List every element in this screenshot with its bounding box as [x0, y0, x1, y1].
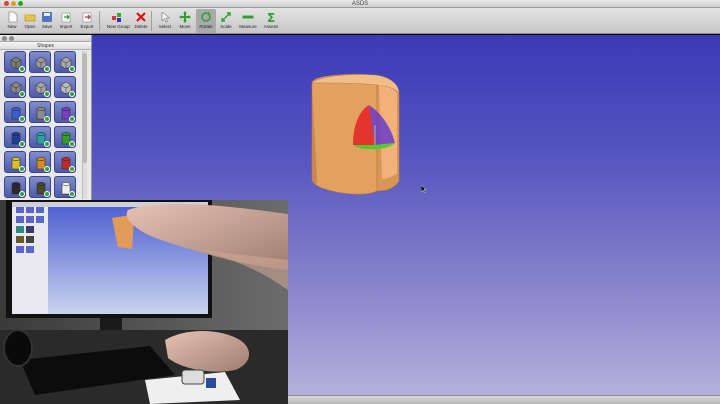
assess-label: Assess	[263, 24, 279, 29]
panel-scrollbar[interactable]	[82, 51, 87, 199]
add-badge-icon	[19, 116, 25, 122]
move-arrows-icon	[179, 10, 191, 23]
folder-icon	[24, 10, 36, 22]
webcam-scene	[0, 200, 288, 404]
add-badge-icon	[44, 66, 50, 72]
mouse-pointer-icon	[421, 185, 427, 193]
arrow-cursor-icon	[159, 10, 171, 23]
add-badge-icon	[19, 191, 25, 197]
scale-button[interactable]: Scale	[216, 9, 236, 33]
add-badge-icon	[44, 141, 50, 147]
rotate-label: Rotate	[199, 24, 213, 29]
shape-tile[interactable]	[29, 76, 51, 98]
svg-text:Σ: Σ	[267, 11, 275, 23]
add-badge-icon	[69, 116, 75, 122]
add-badge-icon	[19, 66, 25, 72]
panel-detach-button[interactable]	[9, 36, 14, 41]
add-badge-icon	[69, 166, 75, 172]
save-label: Save	[41, 24, 53, 29]
scrollbar-thumb[interactable]	[83, 53, 87, 163]
delete-label: Delete	[134, 24, 148, 29]
shapes-panel: Shapes	[0, 35, 92, 200]
measure-button[interactable]: Measure	[238, 9, 258, 33]
shape-tile[interactable]	[29, 126, 51, 148]
select-button[interactable]: Select	[155, 9, 175, 33]
scale-icon	[220, 10, 232, 22]
select-label: Select	[158, 24, 172, 29]
add-badge-icon	[19, 91, 25, 97]
shape-tile[interactable]	[54, 151, 76, 173]
move-label: Move	[179, 24, 191, 29]
add-badge-icon	[69, 141, 75, 147]
assess-button[interactable]: Σ Assess	[261, 9, 281, 33]
shape-tile[interactable]	[4, 176, 26, 198]
export-label: Export	[80, 24, 94, 29]
window-title: ASDS	[351, 1, 369, 7]
toolbar-separator	[151, 11, 152, 31]
shape-tile[interactable]	[4, 51, 26, 73]
shape-tile[interactable]	[54, 101, 76, 123]
shape-tile[interactable]	[54, 126, 76, 148]
sigma-icon: Σ	[265, 10, 277, 25]
add-badge-icon	[44, 91, 50, 97]
panel-header	[0, 35, 91, 42]
rotate-icon	[200, 10, 212, 22]
shape-tile[interactable]	[29, 51, 51, 73]
shape-tile[interactable]	[54, 176, 76, 198]
new-document-icon	[6, 10, 18, 23]
add-badge-icon	[44, 191, 50, 197]
panel-close-button[interactable]	[2, 36, 7, 41]
shape-tile[interactable]	[4, 151, 26, 173]
new-button[interactable]: New	[2, 9, 22, 33]
export-icon	[81, 10, 93, 23]
new-group-icon	[111, 10, 123, 22]
add-badge-icon	[44, 166, 50, 172]
rotate-button[interactable]: Rotate	[196, 9, 216, 33]
add-badge-icon	[19, 166, 25, 172]
hollow-cylinder-model[interactable]	[307, 73, 407, 198]
webcam-inset-photo	[0, 200, 288, 404]
toolbar-separator	[99, 11, 100, 31]
shape-tile[interactable]	[4, 101, 26, 123]
shape-tile[interactable]	[4, 76, 26, 98]
add-badge-icon	[69, 191, 75, 197]
shape-tile[interactable]	[29, 151, 51, 173]
shape-tile[interactable]	[29, 176, 51, 198]
add-badge-icon	[69, 66, 75, 72]
save-button[interactable]: Save	[37, 9, 57, 33]
new-group-label: New Group	[107, 24, 130, 29]
move-button[interactable]: Move	[175, 9, 195, 33]
title-bar: ASDS	[0, 0, 720, 8]
delete-button[interactable]: Delete	[131, 9, 151, 33]
measure-label: Measure	[239, 24, 257, 29]
ruler-icon	[242, 10, 254, 22]
add-badge-icon	[69, 91, 75, 97]
delete-x-icon	[135, 10, 147, 22]
main-toolbar: New Open Save Import Export New Group De…	[0, 8, 720, 34]
import-label: Import	[59, 24, 73, 29]
shape-tile[interactable]	[54, 51, 76, 73]
scale-label: Scale	[220, 24, 232, 29]
save-disk-icon	[41, 10, 53, 22]
shape-tile[interactable]	[4, 126, 26, 148]
add-badge-icon	[19, 141, 25, 147]
import-button[interactable]: Import	[56, 9, 76, 33]
shapes-tab[interactable]: Shapes	[0, 42, 91, 50]
new-label: New	[7, 24, 17, 29]
shape-tile[interactable]	[54, 76, 76, 98]
shape-tile[interactable]	[29, 101, 51, 123]
new-group-button[interactable]: New Group	[107, 9, 130, 33]
import-icon	[60, 10, 72, 23]
export-button[interactable]: Export	[77, 9, 97, 33]
status-bar	[288, 395, 720, 404]
add-badge-icon	[44, 116, 50, 122]
